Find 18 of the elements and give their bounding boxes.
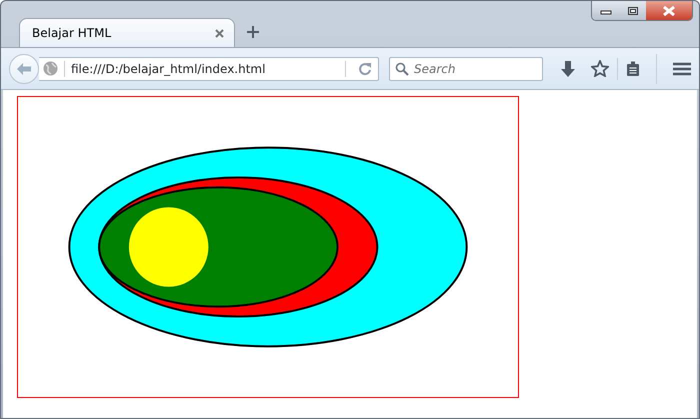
address-bar[interactable]: file:///D:/belajar_html/index.html (39, 56, 379, 80)
browser-tab[interactable]: Belajar HTML (19, 18, 235, 47)
search-icon (395, 62, 409, 76)
globe-icon (43, 61, 58, 76)
close-tab-icon[interactable] (215, 28, 224, 38)
bookmark-star-button[interactable] (591, 60, 609, 77)
reading-list-button[interactable] (626, 60, 640, 76)
menu-button[interactable] (673, 62, 691, 76)
close-icon (662, 6, 676, 16)
maximize-icon (626, 6, 638, 16)
url-text: file:///D:/belajar_html/index.html (71, 60, 266, 78)
new-tab-icon[interactable] (247, 26, 259, 38)
download-button[interactable] (561, 60, 575, 76)
close-button[interactable] (646, 1, 692, 20)
maximize-button[interactable] (619, 1, 646, 20)
minimize-button[interactable] (592, 1, 619, 20)
search-field[interactable]: Search (389, 56, 543, 80)
back-arrow-icon (16, 62, 32, 76)
